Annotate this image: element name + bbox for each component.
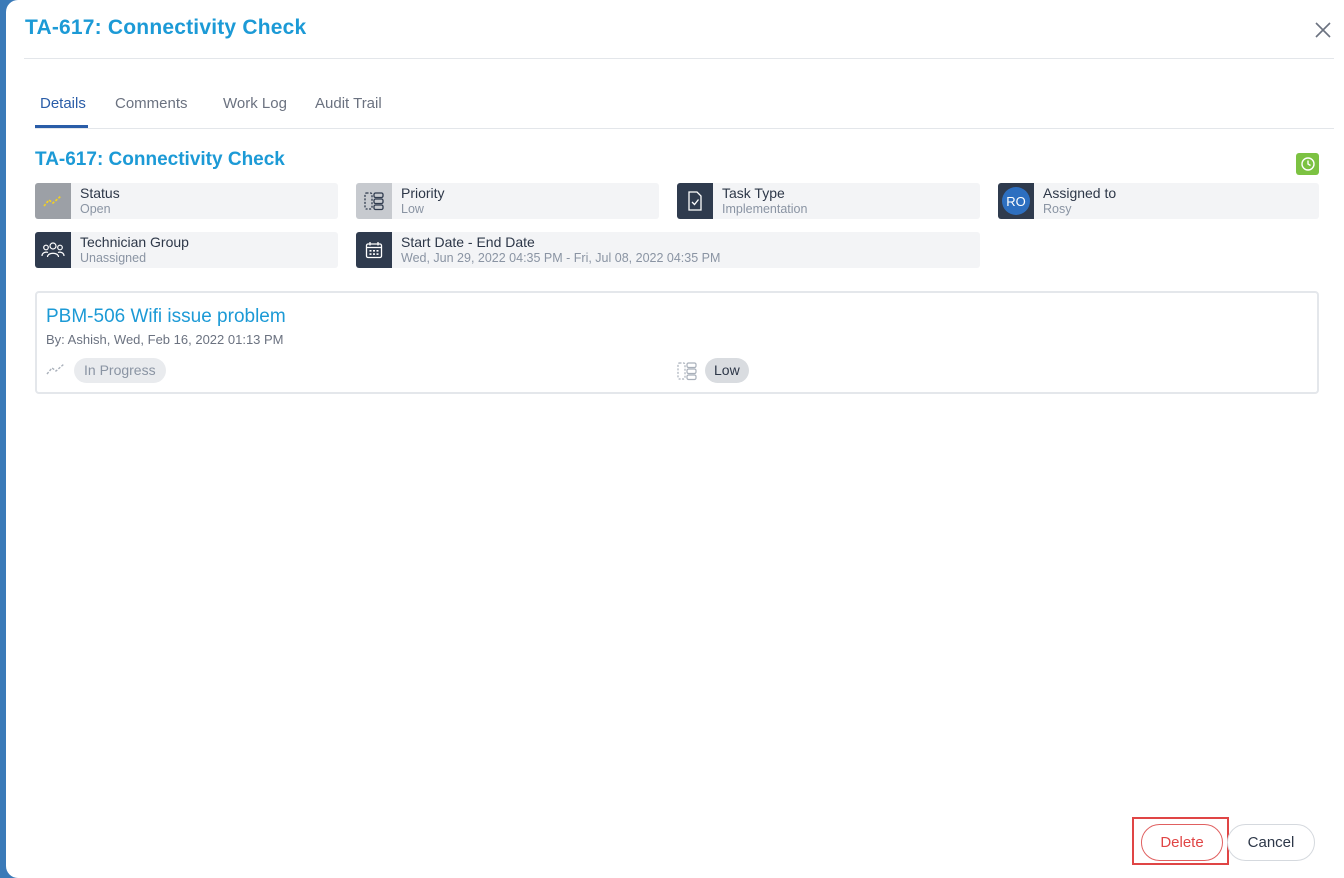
tab-work-log[interactable]: Work Log <box>223 95 287 112</box>
close-button[interactable] <box>1312 19 1334 41</box>
tab-comments[interactable]: Comments <box>115 95 188 112</box>
linked-problem-card: PBM-506 Wifi issue problem By: Ashish, W… <box>35 291 1319 394</box>
task-detail-modal: TA-617: Connectivity Check Details Comme… <box>6 0 1344 878</box>
calendar-icon <box>356 232 392 268</box>
priority-field[interactable]: Priority Low <box>356 183 659 219</box>
priority-badge[interactable]: Low <box>705 358 749 383</box>
avatar: RO <box>1002 187 1030 215</box>
task-type-label: Task Type <box>722 185 785 201</box>
cancel-button[interactable]: Cancel <box>1227 824 1315 861</box>
modal-header: TA-617: Connectivity Check <box>24 0 1334 59</box>
technician-group-value: Unassigned <box>80 251 147 265</box>
priority-label: Priority <box>401 185 445 201</box>
linked-problem-meta: By: Ashish, Wed, Feb 16, 2022 01:13 PM <box>46 332 284 347</box>
active-tab-indicator <box>35 125 88 128</box>
priority-value: Low <box>401 202 424 216</box>
technician-group-label: Technician Group <box>80 234 189 250</box>
status-value: Open <box>80 202 111 216</box>
technician-group-field[interactable]: Technician Group Unassigned <box>35 232 338 268</box>
task-title: TA-617: Connectivity Check <box>35 149 285 170</box>
task-type-field[interactable]: Task Type Implementation <box>677 183 980 219</box>
assigned-to-value: Rosy <box>1043 202 1072 216</box>
assigned-to-label: Assigned to <box>1043 185 1117 201</box>
timer-button[interactable] <box>1296 153 1319 175</box>
status-label: Status <box>80 185 120 201</box>
trend-icon <box>35 183 71 219</box>
date-range-field[interactable]: Start Date - End Date Wed, Jun 29, 2022 … <box>356 232 980 268</box>
assigned-to-field[interactable]: RO Assigned to Rosy <box>998 183 1319 219</box>
tab-details[interactable]: Details <box>40 95 86 112</box>
clock-icon <box>1300 157 1315 171</box>
date-range-label: Start Date - End Date <box>401 234 535 250</box>
delete-button[interactable]: Delete <box>1141 824 1223 861</box>
priority-icon <box>356 183 392 219</box>
tab-bar: Details Comments Work Log Audit Trail <box>35 90 1334 129</box>
assignee-avatar-container: RO <box>998 183 1034 219</box>
priority-icon <box>677 362 697 381</box>
checklist-doc-icon <box>677 183 713 219</box>
trend-icon <box>46 363 65 375</box>
close-icon <box>1315 22 1331 38</box>
status-badge[interactable]: In Progress <box>74 358 166 383</box>
task-type-value: Implementation <box>722 202 808 216</box>
tab-audit-trail[interactable]: Audit Trail <box>315 95 382 112</box>
group-icon <box>35 232 71 268</box>
linked-problem-title[interactable]: PBM-506 Wifi issue problem <box>46 306 286 328</box>
date-range-value: Wed, Jun 29, 2022 04:35 PM - Fri, Jul 08… <box>401 251 721 265</box>
status-field[interactable]: Status Open <box>35 183 338 219</box>
modal-title: TA-617: Connectivity Check <box>25 16 307 39</box>
